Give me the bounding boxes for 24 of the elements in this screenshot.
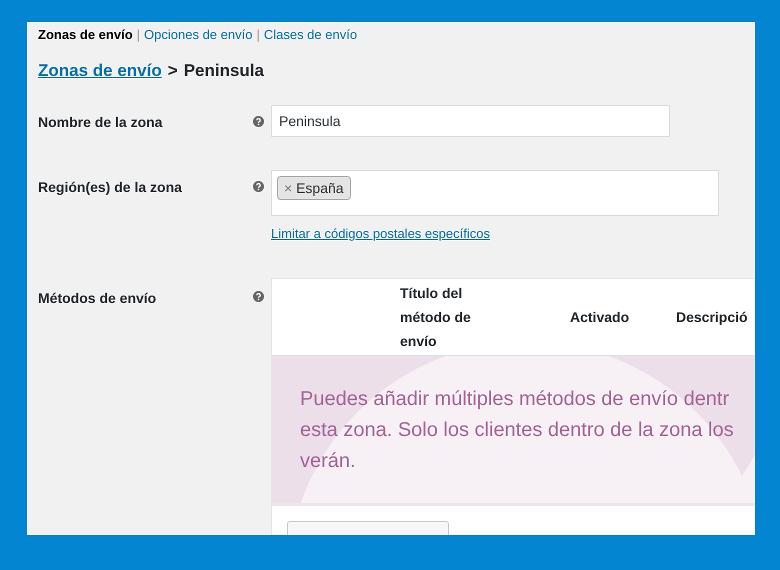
help-icon[interactable] [253, 116, 264, 127]
empty-message-line: Puedes añadir múltiples métodos de envío dentr [300, 387, 730, 412]
column-header: Descripció [676, 308, 749, 327]
column-header: Título del método de envío [400, 284, 472, 351]
field-label: Nombre de la zona [38, 113, 164, 130]
breadcrumb-current: Peninsula [184, 61, 264, 81]
breadcrumb-separator: > [168, 61, 178, 81]
empty-message-line: esta zona. Solo los clientes dentro de la zona los [300, 418, 735, 443]
subnav-tab[interactable]: Opciones de envío [144, 26, 252, 42]
help-icon[interactable] [253, 181, 264, 192]
zone-name-input[interactable]: Peninsula [271, 105, 670, 137]
region-select-field[interactable]: × España [271, 170, 719, 216]
region-tag[interactable]: × España [277, 176, 351, 200]
separator: | [256, 26, 260, 42]
postcode-link[interactable]: Limitar a códigos postales específicos [271, 226, 719, 241]
help-icon[interactable] [253, 291, 264, 302]
breadcrumb-link[interactable]: Zonas de envío [38, 61, 162, 81]
separator: | [136, 26, 140, 42]
column-header: Activado [570, 308, 630, 327]
field-label: Métodos de envío [38, 289, 158, 306]
field-label: Región(es) de la zona [38, 178, 183, 195]
empty-message-line: verán. [300, 449, 357, 474]
subnav-tab[interactable]: Zonas de envío [38, 26, 133, 42]
subnav-tab[interactable]: Clases de envío [264, 26, 358, 42]
